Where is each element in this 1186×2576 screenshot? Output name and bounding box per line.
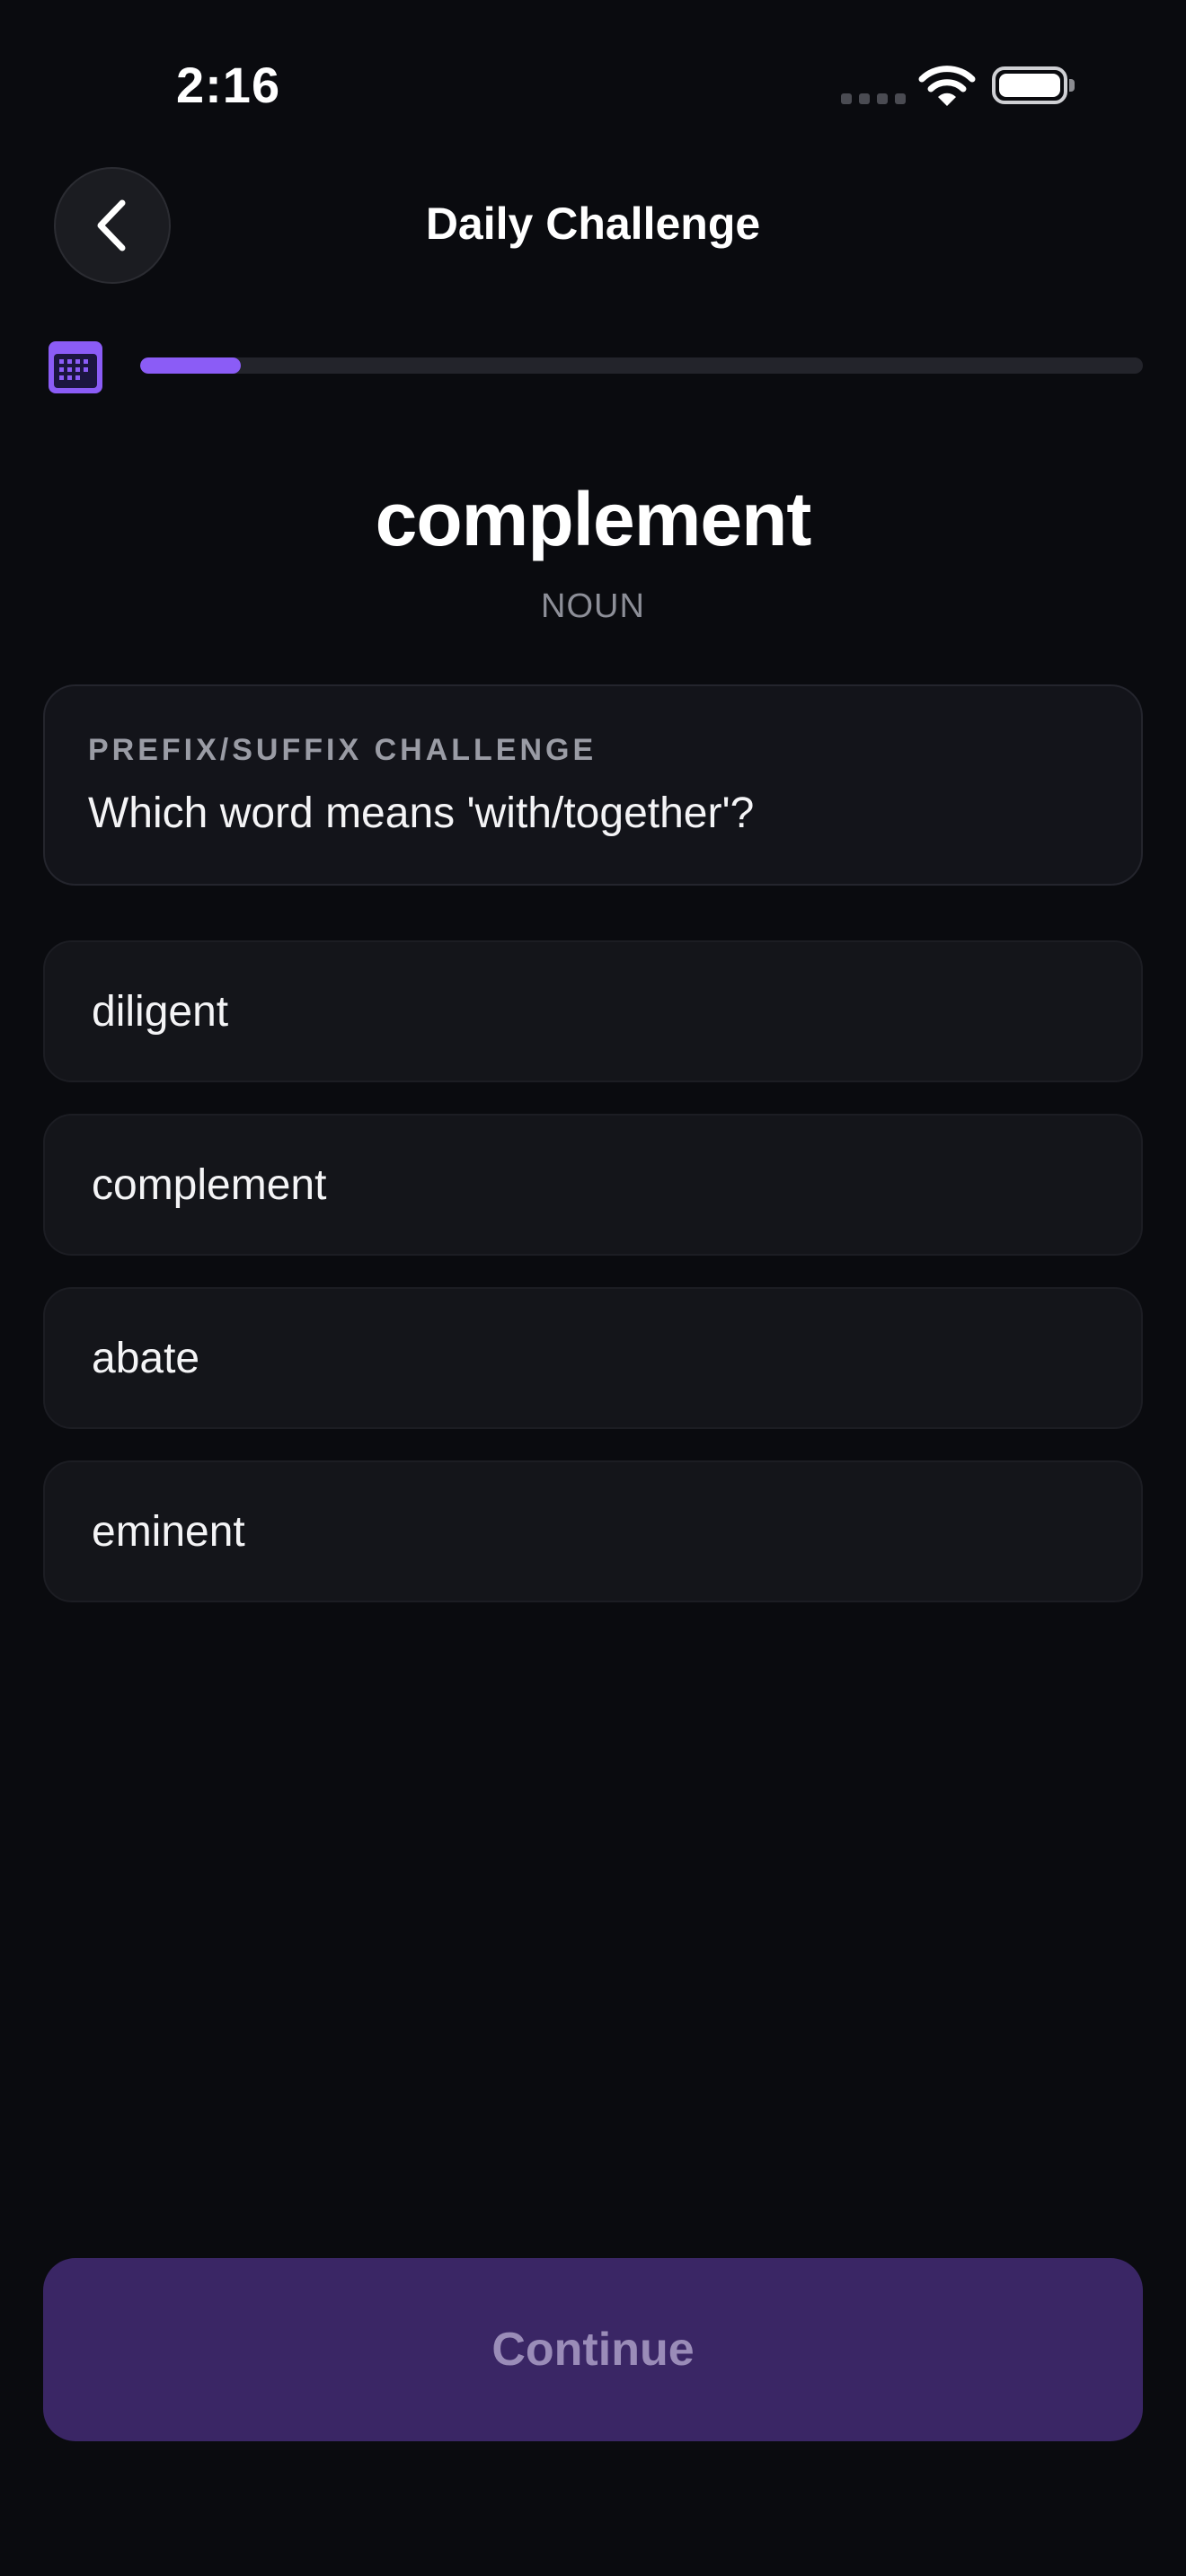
cellular-signal-icon bbox=[841, 93, 906, 104]
calendar-icon bbox=[47, 340, 104, 400]
answer-option[interactable]: complement bbox=[43, 1114, 1143, 1256]
part-of-speech: NOUN bbox=[541, 587, 645, 625]
question-text: Which word means 'with/together'? bbox=[88, 790, 755, 837]
status-time: 2:16 bbox=[176, 57, 281, 113]
question-card: PREFIX/SUFFIX CHALLENGE Which word means… bbox=[43, 684, 1143, 886]
wifi-icon bbox=[918, 65, 976, 112]
progress-fill bbox=[140, 357, 241, 374]
answer-option[interactable]: diligent bbox=[43, 940, 1143, 1082]
continue-button[interactable]: Continue bbox=[43, 2258, 1143, 2441]
challenge-word: complement bbox=[375, 477, 812, 561]
progress-bar bbox=[140, 357, 1143, 374]
answer-option[interactable]: eminent bbox=[43, 1460, 1143, 1602]
answer-option[interactable]: abate bbox=[43, 1287, 1143, 1429]
battery-icon bbox=[992, 66, 1067, 104]
page-title: Daily Challenge bbox=[425, 198, 761, 249]
question-label: PREFIX/SUFFIX CHALLENGE bbox=[88, 733, 597, 767]
battery-cap bbox=[1069, 79, 1075, 92]
